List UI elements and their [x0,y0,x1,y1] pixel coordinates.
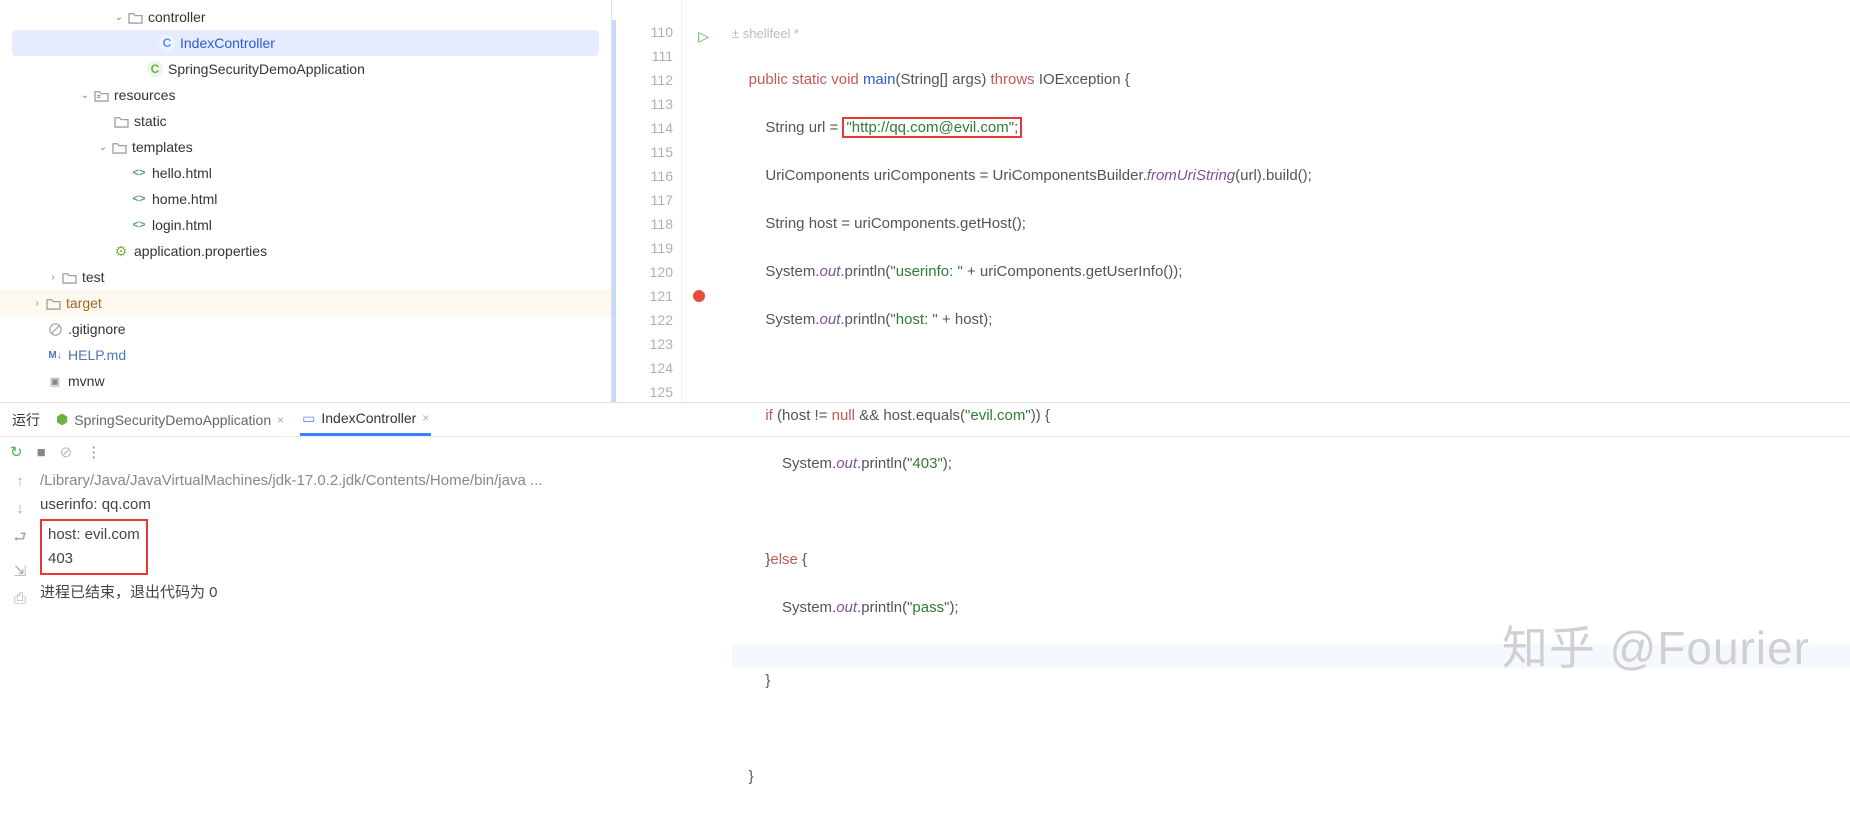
tree-appprops[interactable]: ⚙ application.properties [0,238,611,264]
line-number[interactable]: 120 [612,260,681,284]
html-icon: <> [130,167,148,179]
tree-help[interactable]: M↓ HELP.md [0,342,611,368]
console-command: /Library/Java/JavaVirtualMachines/jdk-17… [40,469,1850,493]
tree-static[interactable]: static [0,108,611,134]
run-tab-indexcontroller[interactable]: ▭ IndexController × [300,404,431,436]
line-number[interactable]: 111 [612,44,681,68]
html-icon: <> [130,193,148,205]
tree-home[interactable]: <> home.html [0,186,611,212]
console-line: userinfo: qq.com [40,493,1850,517]
line-gutter[interactable]: 110▷ 111 112 113 114 115 116 117 118 119… [612,0,682,402]
spring-icon: ⬢ [56,411,68,428]
project-tree[interactable]: ⌄ controller C IndexController C SpringS… [0,0,612,402]
console-output[interactable]: /Library/Java/JavaVirtualMachines/jdk-17… [40,467,1850,607]
tree-target[interactable]: › target [0,290,611,316]
author-hint: ± shellfeel * [732,24,1850,44]
tree-controller[interactable]: ⌄ controller [0,4,611,30]
console-exit: 进程已结束，退出代码为 0 [40,581,1850,605]
tree-label: static [130,113,167,129]
close-icon[interactable]: × [422,411,429,425]
tree-templates[interactable]: ⌄ templates [0,134,611,160]
clear-icon[interactable]: ⊘ [60,443,73,461]
tree-label: login.html [148,217,212,233]
line-number[interactable]: 116 [612,164,681,188]
close-icon[interactable]: × [277,413,284,427]
tree-gitignore[interactable]: .gitignore [0,316,611,342]
print-icon[interactable]: ⎙ [14,590,26,607]
run-tab-springapp[interactable]: ⬢ SpringSecurityDemoApplication × [54,405,286,434]
tree-label: resources [110,87,175,103]
folder-icon [60,271,78,284]
tree-label: target [62,295,102,311]
up-icon[interactable]: ↑ [16,473,24,490]
line-number[interactable]: 118 [612,212,681,236]
line-number[interactable]: 124 [612,356,681,380]
line-number[interactable]: 114 [612,116,681,140]
resources-folder-icon [92,89,110,102]
line-number[interactable]: 112 [612,68,681,92]
line-number[interactable]: 113 [612,92,681,116]
line-number[interactable]: 110▷ [612,20,681,44]
chevron-down-icon: ⌄ [112,12,126,23]
gitignore-icon [46,322,64,337]
chevron-right-icon: › [46,272,60,283]
run-config-icon: ▭ [302,410,315,427]
down-icon[interactable]: ↓ [16,500,24,517]
folder-icon [126,11,144,24]
chevron-down-icon: ⌄ [78,90,92,101]
tree-springapp[interactable]: C SpringSecurityDemoApplication [0,56,611,82]
more-icon[interactable]: ⋮ [86,443,101,461]
line-number[interactable]: 121 [612,284,681,308]
chevron-right-icon: › [30,298,44,309]
folder-icon [112,115,130,128]
tree-label: hello.html [148,165,212,181]
chevron-down-icon: ⌄ [96,142,110,153]
html-icon: <> [130,219,148,231]
markdown-icon: M↓ [46,350,64,361]
console-highlight-box: host: evil.com 403 [40,519,148,575]
line-number[interactable]: 115 [612,140,681,164]
tree-label: home.html [148,191,217,207]
tree-mvnw[interactable]: ▣ mvnw [0,368,611,394]
scroll-end-icon[interactable]: ⇲ [14,562,27,580]
tab-label: SpringSecurityDemoApplication [74,412,271,428]
line-number[interactable]: 119 [612,236,681,260]
tree-label: templates [128,139,193,155]
terminal-icon: ▣ [46,375,64,388]
line-number[interactable]: 122 [612,308,681,332]
spring-icon: C [146,61,164,77]
tree-label: test [78,269,105,285]
tree-label: IndexController [176,35,275,51]
run-label: 运行 [12,410,40,430]
console-line: host: evil.com [48,523,140,547]
stop-icon[interactable]: ■ [37,444,46,461]
tree-label: application.properties [130,243,267,259]
line-number[interactable]: 125 [612,380,681,404]
tree-label: .gitignore [64,321,126,337]
tree-indexcontroller[interactable]: C IndexController [12,30,599,56]
line-number[interactable]: 117 [612,188,681,212]
properties-icon: ⚙ [112,243,130,260]
tree-label: controller [144,9,206,25]
line-number[interactable]: 123 [612,332,681,356]
tree-label: SpringSecurityDemoApplication [164,61,365,77]
class-icon: C [158,35,176,51]
rerun-icon[interactable]: ↻ [10,443,23,461]
code-content[interactable]: ± shellfeel * public static void main(St… [682,0,1850,402]
console-toolbar: ↑ ↓ ⮐ ⇲ ⎙ [0,467,40,607]
code-editor[interactable]: 110▷ 111 112 113 114 115 116 117 118 119… [612,0,1850,402]
tab-label: IndexController [321,410,416,426]
tree-resources[interactable]: ⌄ resources [0,82,611,108]
tree-label: HELP.md [64,347,126,363]
soft-wrap-icon[interactable]: ⮐ [13,527,27,552]
console-line: 403 [48,547,140,571]
tree-hello[interactable]: <> hello.html [0,160,611,186]
tree-login[interactable]: <> login.html [0,212,611,238]
url-highlight-box: "http://qq.com@evil.com"; [842,117,1022,138]
tree-test[interactable]: › test [0,264,611,290]
target-folder-icon [44,297,62,310]
folder-icon [110,141,128,154]
tree-label: mvnw [64,373,105,389]
